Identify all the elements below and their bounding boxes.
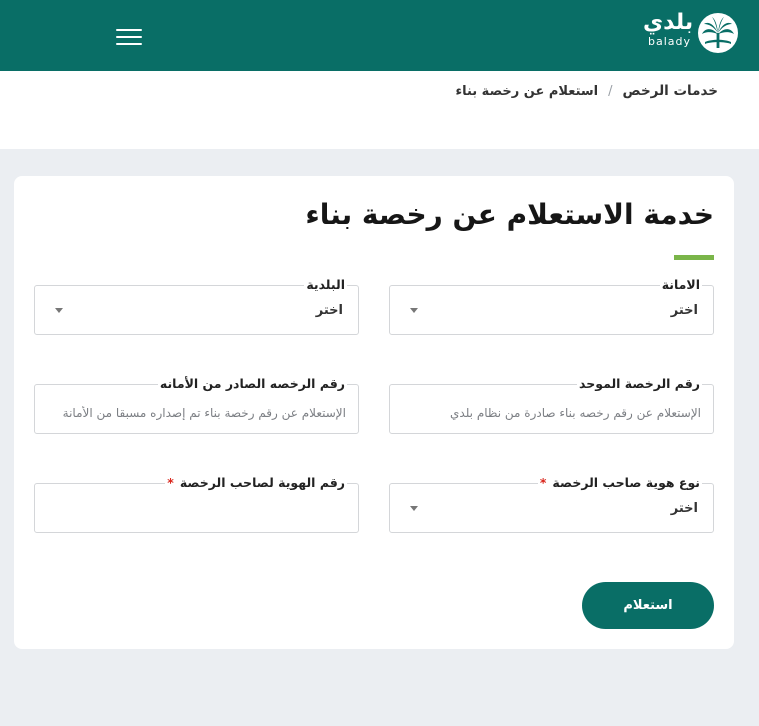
amanah-select-box[interactable] xyxy=(389,285,714,335)
owner-id-type-label: نوع هوية صاحب الرخصة xyxy=(552,475,700,490)
logo-latin-text: balady xyxy=(647,35,691,48)
owner-id-type-label-wrap: نوع هوية صاحب الرخصة * xyxy=(537,475,702,490)
owner-id-type-selected-value: اختر xyxy=(670,501,698,516)
top-navbar: بلدي balady xyxy=(0,0,759,71)
chevron-down-icon xyxy=(410,506,418,511)
unified-license-number-label: رقم الرخصة الموحد xyxy=(577,376,702,391)
baladiya-select-box[interactable] xyxy=(34,285,359,335)
baladiya-selected-value: اختر xyxy=(315,303,343,318)
owner-id-number-field: رقم الهوية لصاحب الرخصة * xyxy=(34,475,359,533)
balady-logo[interactable]: بلدي balady xyxy=(643,10,743,56)
amanah-label: الامانة xyxy=(659,277,702,292)
inquiry-form-card: خدمة الاستعلام عن رخصة بناء الامانة اختر… xyxy=(14,176,734,649)
breadcrumb-separator: / xyxy=(608,83,613,99)
hamburger-menu-icon[interactable] xyxy=(116,27,144,47)
owner-id-number-label: رقم الهوية لصاحب الرخصة xyxy=(179,475,345,490)
logo-arabic-text: بلدي xyxy=(643,10,694,35)
amanah-license-number-label: رقم الرخصه الصادر من الأمانه xyxy=(157,376,347,391)
owner-id-type-select-box[interactable] xyxy=(389,483,714,533)
owner-id-number-label-wrap: رقم الهوية لصاحب الرخصة * xyxy=(165,475,347,490)
amanah-select[interactable]: الامانة اختر xyxy=(389,277,714,335)
baladiya-select[interactable]: البلدية اختر xyxy=(34,277,359,335)
amanah-license-number-input[interactable] xyxy=(35,385,358,433)
breadcrumb-current: استعلام عن رخصة بناء xyxy=(455,83,599,99)
inquiry-submit-button[interactable]: استعلام xyxy=(582,582,714,629)
amanah-selected-value: اختر xyxy=(670,303,698,318)
title-underline xyxy=(674,255,714,260)
required-asterisk: * xyxy=(167,475,174,490)
unified-license-number-field: رقم الرخصة الموحد xyxy=(389,376,714,434)
owner-id-type-select[interactable]: نوع هوية صاحب الرخصة * اختر xyxy=(389,475,714,533)
required-asterisk: * xyxy=(539,475,547,490)
chevron-down-icon xyxy=(55,308,63,313)
amanah-license-number-field: رقم الرخصه الصادر من الأمانه xyxy=(34,376,359,434)
page-title: خدمة الاستعلام عن رخصة بناء xyxy=(305,198,714,231)
chevron-down-icon xyxy=(410,308,418,313)
breadcrumb-bar: خدمات الرخص / استعلام عن رخصة بناء xyxy=(0,71,759,149)
breadcrumb: خدمات الرخص / استعلام عن رخصة بناء xyxy=(455,83,718,99)
breadcrumb-link-license-services[interactable]: خدمات الرخص xyxy=(623,83,718,99)
palm-tree-icon xyxy=(698,13,738,53)
baladiya-label: البلدية xyxy=(304,277,347,292)
unified-license-number-input[interactable] xyxy=(390,385,713,433)
owner-id-number-input[interactable] xyxy=(35,484,358,532)
